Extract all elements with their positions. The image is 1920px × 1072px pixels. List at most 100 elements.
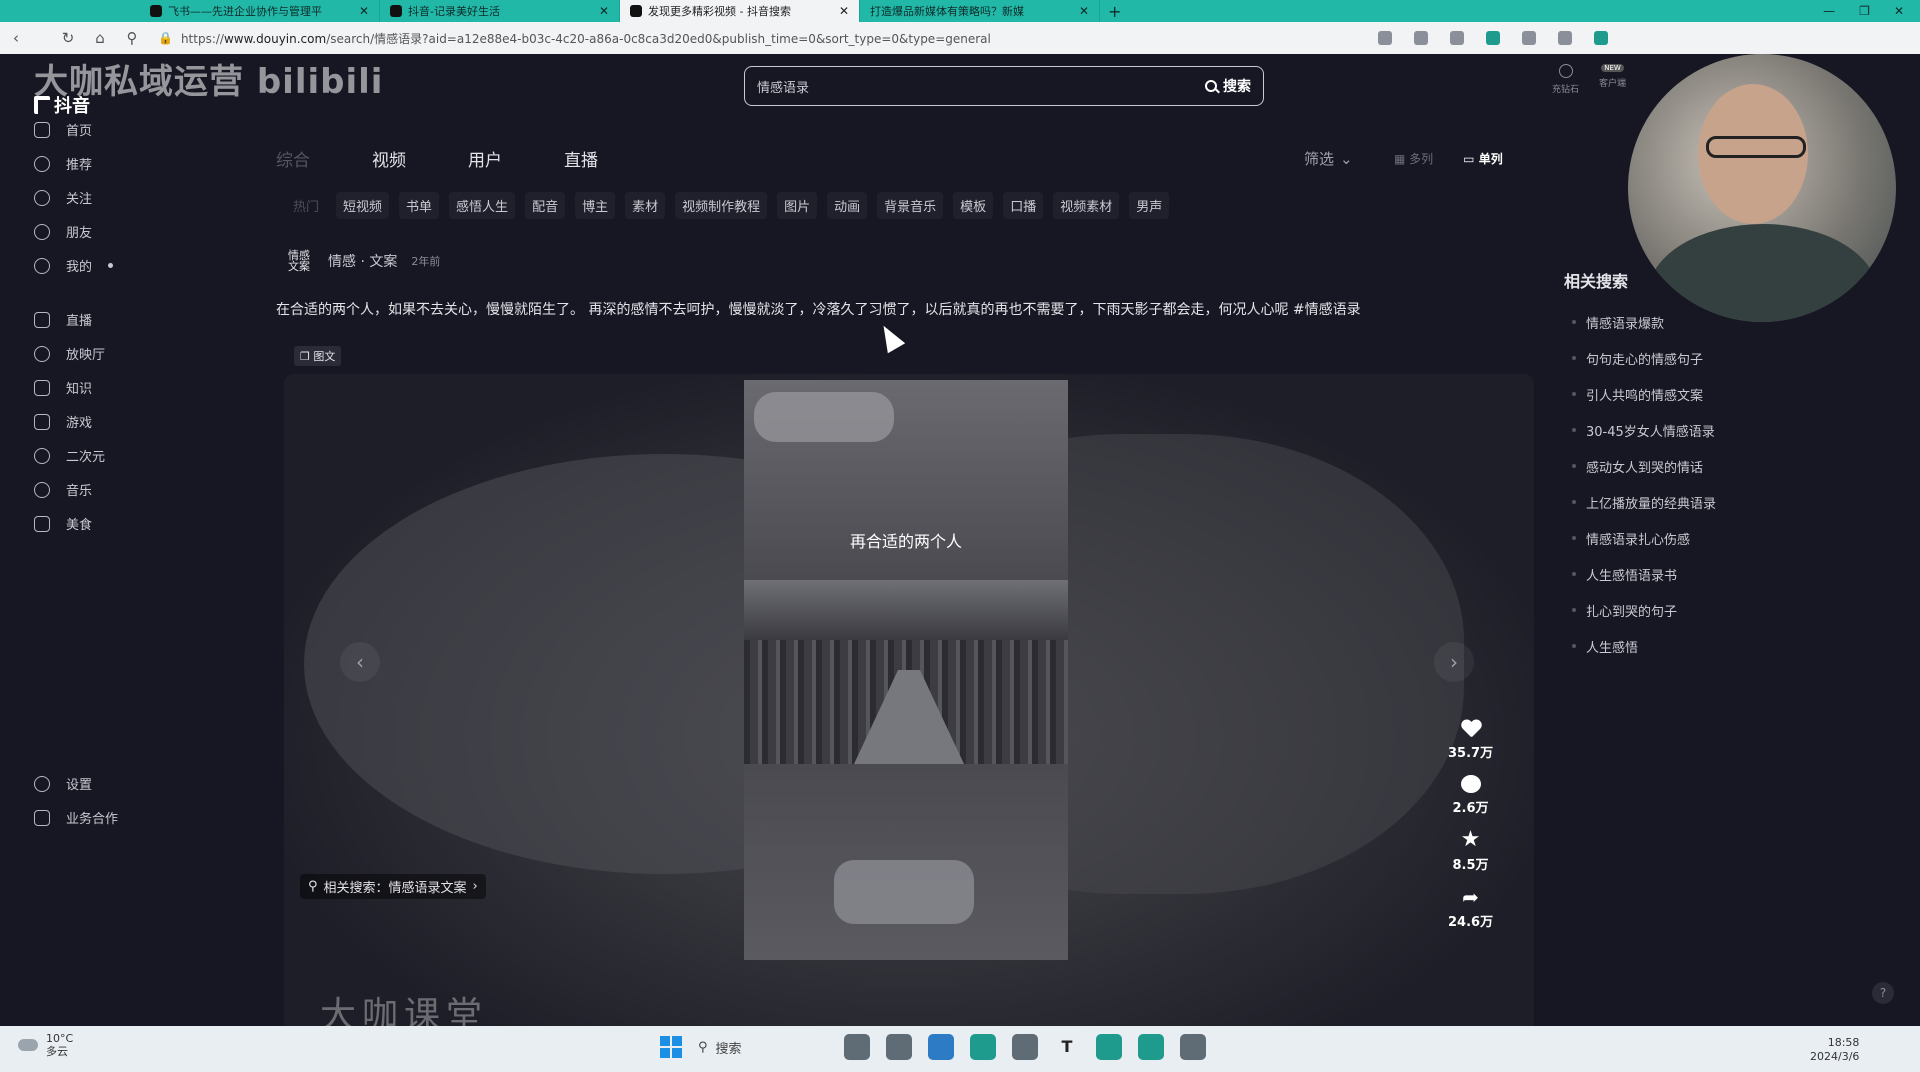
sidebar-item-profile[interactable]: 我的 (34, 256, 114, 275)
help-icon[interactable]: ? (1872, 982, 1894, 1004)
refresh-icon[interactable]: ↻ (52, 29, 84, 47)
task-view-icon[interactable] (886, 1034, 912, 1060)
sidebar-item-music[interactable]: 音乐 (34, 480, 92, 499)
app-icon[interactable] (1138, 1034, 1164, 1060)
close-window-icon[interactable]: ✕ (1894, 4, 1904, 18)
browser-tab[interactable]: 飞书——先进企业协作与管理平 ✕ (140, 0, 380, 22)
author-name[interactable]: 情感 · 文案 (328, 251, 397, 271)
post-author[interactable]: 情感文案 情感 · 文案 2年前 (284, 250, 440, 272)
url-field[interactable]: 🔒 https://www.douyin.com/search/情感语录?aid… (158, 26, 1198, 50)
system-clock[interactable]: 18:58 2024/3/6 (1810, 1036, 1859, 1064)
tag-item[interactable]: 动画 (827, 192, 868, 219)
tag-item[interactable]: 视频素材 (1053, 192, 1120, 219)
sidebar-item-home[interactable]: 首页 (34, 120, 92, 139)
text-app-icon[interactable]: T (1054, 1034, 1080, 1060)
tag-item[interactable]: 模板 (953, 192, 994, 219)
next-arrow-icon[interactable]: › (1434, 642, 1474, 682)
browser-tab[interactable]: 抖音-记录美好生活 ✕ (380, 0, 620, 22)
sidebar-item-live[interactable]: 直播 (34, 310, 92, 329)
related-item[interactable]: 引人共鸣的情感文案 (1564, 376, 1864, 412)
sidebar-item-anime[interactable]: 二次元 (34, 446, 105, 465)
share-button[interactable]: ➦ 24.6万 (1448, 887, 1493, 930)
related-item[interactable]: 30-45岁女人情感语录 (1564, 412, 1864, 448)
tab-video[interactable]: 视频 (372, 146, 406, 171)
tag-item[interactable]: 男声 (1129, 192, 1170, 219)
extension-icon[interactable] (1594, 31, 1608, 45)
shield-icon[interactable] (1522, 31, 1536, 45)
related-search-link[interactable]: ⚲ 相关搜索：情感语录文案 › (300, 874, 486, 899)
browser-tab-active[interactable]: 发现更多精彩视频 - 抖音搜索 ✕ (620, 0, 860, 22)
sidebar-item-friends[interactable]: 朋友 (34, 222, 92, 241)
like-button[interactable]: 35.7万 (1448, 720, 1493, 761)
related-item[interactable]: 感动女人到哭的情话 (1564, 448, 1864, 484)
windows-start-icon[interactable] (660, 1036, 682, 1058)
app-icon[interactable] (1096, 1034, 1122, 1060)
post-image[interactable]: 再合适的两个人 (744, 380, 1068, 960)
sidebar-item-food[interactable]: 美食 (34, 514, 92, 533)
sidebar-item-business[interactable]: 业务合作 (34, 808, 118, 827)
close-icon[interactable]: ✕ (359, 4, 369, 18)
sidebar-item-settings[interactable]: 设置 (34, 774, 92, 793)
restore-icon[interactable]: ❐ (1859, 4, 1870, 18)
recharge-button[interactable]: 充钻石 (1552, 64, 1579, 95)
store-icon[interactable] (1012, 1034, 1038, 1060)
search-button[interactable]: 搜索 (1205, 76, 1251, 96)
prev-arrow-icon[interactable]: ‹ (340, 642, 380, 682)
back-icon[interactable]: ‹ (0, 29, 32, 47)
post-media[interactable]: 再合适的两个人 ‹ › ⚲ 相关搜索：情感语录文案 › (284, 374, 1534, 1034)
reader-icon[interactable] (1378, 31, 1392, 45)
tag-item[interactable]: 配音 (525, 192, 566, 219)
new-tab-icon[interactable]: + (1100, 2, 1129, 21)
view-multi-column[interactable]: ▦ 多列 (1394, 150, 1433, 167)
tag-item[interactable]: 图片 (777, 192, 818, 219)
sidebar-item-knowledge[interactable]: 知识 (34, 378, 92, 397)
tag-item[interactable]: 背景音乐 (877, 192, 944, 219)
extension-icon[interactable] (1558, 31, 1572, 45)
tag-item[interactable]: 短视频 (336, 192, 390, 219)
tab-live[interactable]: 直播 (564, 146, 598, 171)
close-icon[interactable]: ✕ (599, 4, 609, 18)
weather-widget[interactable]: 10°C 多云 (18, 1032, 73, 1058)
tab-general[interactable]: 综合 (276, 146, 310, 171)
search-input[interactable]: 情感语录 搜索 (744, 66, 1264, 106)
related-item[interactable]: 人生感悟 (1564, 628, 1864, 664)
favorite-button[interactable]: ★ 8.5万 (1453, 829, 1489, 874)
minimize-icon[interactable]: — (1823, 4, 1835, 18)
sidebar-item-cinema[interactable]: 放映厅 (34, 344, 105, 363)
widgets-icon[interactable] (844, 1034, 870, 1060)
related-item[interactable]: 扎心到哭的句子 (1564, 592, 1864, 628)
read-aloud-icon[interactable] (1414, 31, 1428, 45)
close-icon[interactable]: ✕ (1079, 4, 1089, 18)
tag-item[interactable]: 热门 (286, 192, 326, 219)
related-item[interactable]: 人生感悟语录书 (1564, 556, 1864, 592)
tag-item[interactable]: 书单 (399, 192, 440, 219)
file-explorer-icon[interactable] (928, 1034, 954, 1060)
post-description[interactable]: 在合适的两个人，如果不去关心，慢慢就陌生了。 再深的感情不去呵护，慢慢就淡了，冷… (276, 299, 1516, 319)
avatar[interactable]: 情感文案 (284, 250, 314, 272)
comment-button[interactable]: 2.6万 (1453, 775, 1489, 816)
douyin-logo[interactable]: 抖音 (34, 92, 90, 118)
client-download-button[interactable]: NEW 客户端 (1599, 64, 1626, 95)
taskbar-search[interactable]: ⚲ 搜索 (698, 1038, 828, 1057)
favorite-icon[interactable] (1450, 31, 1464, 45)
edge-browser-icon[interactable] (970, 1034, 996, 1060)
close-icon[interactable]: ✕ (839, 4, 849, 18)
browser-tab[interactable]: 打造爆品新媒体有策略吗？新媒 ✕ (860, 0, 1100, 22)
related-item[interactable]: 上亿播放量的经典语录 (1564, 484, 1864, 520)
tag-item[interactable]: 素材 (625, 192, 666, 219)
extension-icon[interactable] (1486, 31, 1500, 45)
tag-item[interactable]: 博主 (575, 192, 616, 219)
home-icon[interactable]: ⌂ (84, 29, 116, 47)
filter-button[interactable]: 筛选 ⌄ (1304, 148, 1353, 169)
related-item[interactable]: 句句走心的情感句子 (1564, 340, 1864, 376)
tag-item[interactable]: 口播 (1003, 192, 1044, 219)
sidebar-item-recommend[interactable]: 推荐 (34, 154, 92, 173)
tag-item[interactable]: 视频制作教程 (675, 192, 768, 219)
search-icon[interactable]: ⚲ (116, 29, 148, 47)
sidebar-item-game[interactable]: 游戏 (34, 412, 92, 431)
sidebar-item-follow[interactable]: 关注 (34, 188, 92, 207)
app-icon[interactable] (1180, 1034, 1206, 1060)
view-single-column[interactable]: ▭ 单列 (1463, 150, 1503, 167)
tag-item[interactable]: 感悟人生 (449, 192, 516, 219)
tab-users[interactable]: 用户 (468, 146, 502, 171)
